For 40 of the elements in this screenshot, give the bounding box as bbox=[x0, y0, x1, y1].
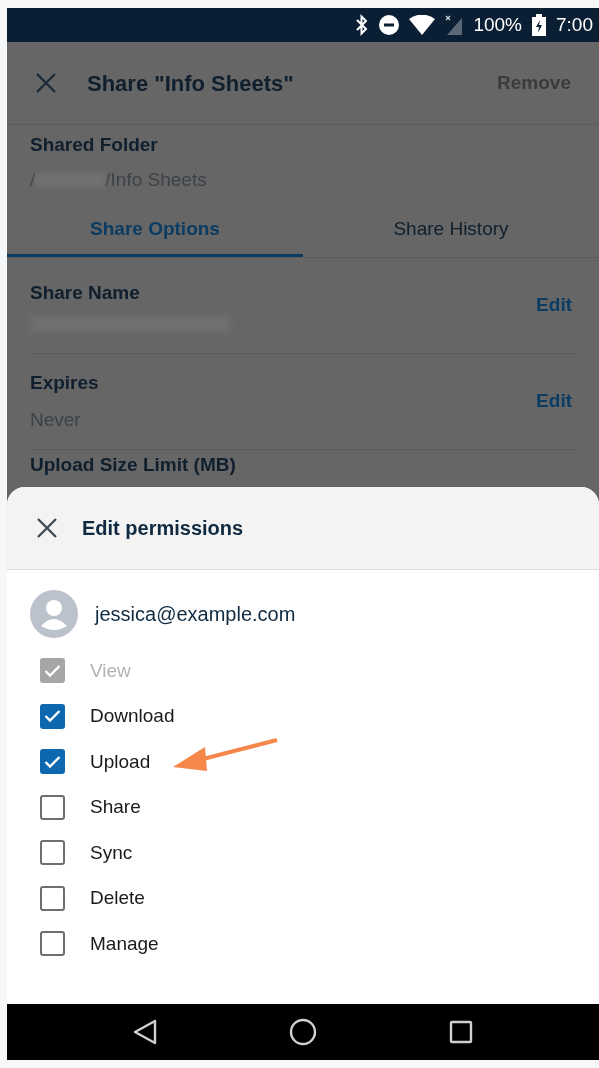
home-icon[interactable] bbox=[289, 1018, 317, 1046]
checkbox[interactable] bbox=[40, 794, 65, 820]
setting-label: Share Name bbox=[30, 281, 141, 306]
signal-icon bbox=[445, 15, 464, 35]
avatar-icon bbox=[30, 590, 78, 638]
sheet-title: Edit permissions bbox=[82, 516, 244, 541]
section-label: Shared Folder bbox=[30, 133, 159, 157]
clock: 7:00 bbox=[556, 12, 593, 37]
back-icon[interactable] bbox=[133, 1019, 157, 1045]
edit-link[interactable]: Edit bbox=[536, 387, 572, 416]
battery-percent: 100% bbox=[473, 12, 522, 37]
checkbox-label: View bbox=[90, 658, 131, 683]
checkbox[interactable] bbox=[40, 885, 65, 911]
checkbox-label: Delete bbox=[90, 886, 145, 910]
checkbox[interactable] bbox=[40, 931, 65, 957]
checkbox-label: Manage bbox=[90, 931, 159, 956]
checkbox-label: Share bbox=[90, 795, 141, 819]
edit-link[interactable]: Edit bbox=[536, 291, 572, 320]
bluetooth-icon bbox=[355, 14, 370, 36]
close-icon[interactable] bbox=[36, 517, 58, 539]
check-icon bbox=[44, 663, 61, 678]
checkbox-label: Download bbox=[90, 704, 175, 728]
recents-icon[interactable] bbox=[449, 1020, 473, 1044]
do-not-disturb-icon bbox=[379, 15, 400, 35]
setting-label: Expires bbox=[30, 371, 99, 395]
checkbox-label: Upload bbox=[90, 749, 151, 774]
wifi-icon bbox=[409, 15, 436, 35]
battery-charging-icon bbox=[532, 14, 546, 36]
checkbox-label: Sync bbox=[90, 840, 133, 865]
page-title: Share "Info Sheets" bbox=[87, 69, 294, 98]
tab[interactable]: Share Options bbox=[7, 205, 303, 257]
checkbox[interactable] bbox=[40, 749, 65, 775]
setting-label: Upload Size Limit (MB) bbox=[30, 452, 236, 477]
tab[interactable]: Share History bbox=[303, 205, 599, 257]
path-text: / bbox=[30, 167, 36, 192]
check-icon bbox=[44, 754, 61, 769]
checkbox[interactable] bbox=[40, 840, 65, 866]
checkbox[interactable] bbox=[40, 703, 65, 729]
user-email: jessica@example.com bbox=[95, 602, 296, 627]
check-icon bbox=[44, 709, 61, 724]
